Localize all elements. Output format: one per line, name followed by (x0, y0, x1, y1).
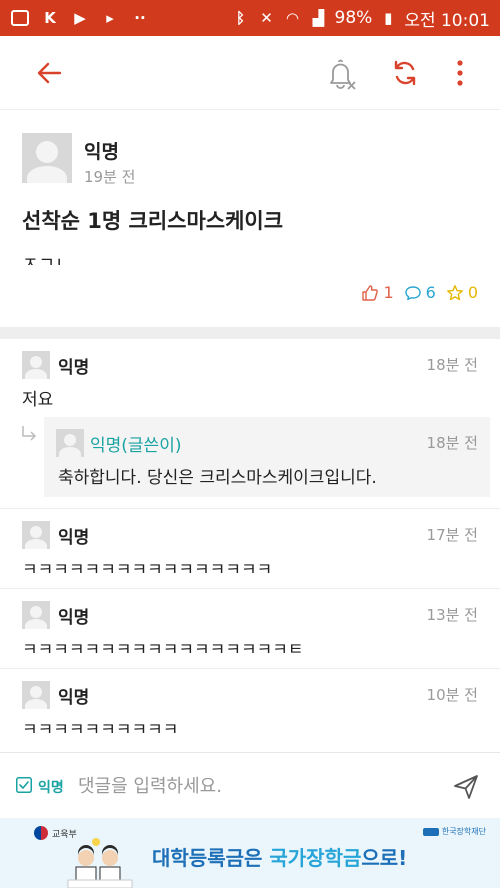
anonymous-checkbox[interactable] (16, 777, 32, 793)
comment-time: 17분 전 (426, 526, 478, 544)
google-icon (10, 8, 30, 28)
graduation-cap-icon (422, 827, 439, 836)
scrap-count[interactable]: 0 (446, 283, 478, 302)
comment-author: 익명 (58, 688, 90, 708)
comment-input[interactable] (78, 769, 438, 803)
comment-item[interactable]: 익명 10분 전 ㅋㅋㅋㅋㅋㅋㅋㅋㅋㅋ (0, 669, 500, 752)
like-count[interactable]: 1 (361, 283, 394, 302)
banner-text-suffix: 으로! (361, 846, 408, 870)
mute-icon: ✕ (260, 9, 273, 27)
comment-count-value: 6 (425, 283, 436, 302)
comment-count[interactable]: 6 (404, 283, 436, 302)
reply-item[interactable]: 익명(글쓴이) 18분 전 축하합니다. 당신은 크리스마스케이크입니다. (44, 417, 490, 497)
banner-text-prefix: 대학등록금은 (152, 846, 270, 870)
comment-author: 익명 (58, 608, 90, 628)
system-status: ᛒ ✕ ◠ ▟ 98% ▮ 오전 10:01 (231, 6, 490, 31)
emblem-icon (34, 826, 48, 840)
avatar (22, 601, 50, 629)
refresh-icon[interactable] (390, 58, 420, 88)
section-divider (0, 327, 500, 339)
kakao-icon: K (44, 9, 56, 27)
battery-icon: ▮ (384, 9, 393, 27)
comment-text: 저요 (22, 390, 54, 410)
anonymous-label[interactable]: 익명 (38, 777, 64, 797)
scrap-count-value: 0 (467, 283, 478, 302)
notification-off-icon[interactable] (326, 58, 356, 90)
avatar (22, 351, 50, 379)
comment-time: 13분 전 (426, 606, 478, 624)
clock: 오전 10:01 (404, 10, 490, 31)
reply-author: 익명(글쓴이) (90, 436, 182, 456)
comment-input-bar: 익명 (0, 752, 500, 818)
more-dots-icon: ·· (134, 9, 146, 27)
comment-text: ㅋㅋㅋㅋㅋㅋㅋㅋㅋㅋㅋㅋㅋㅋㅋㅋㅋㅌ (22, 640, 304, 660)
comment-time: 10분 전 (426, 686, 478, 704)
ad-banner[interactable]: 교육부 대학등록금은 국가장학금으로! 한국장학재단 (0, 818, 500, 888)
post-time: 19분 전 (84, 168, 136, 186)
reply-text: 축하합니다. 당신은 크리스마스케이크입니다. (58, 468, 377, 488)
banner-text-highlight: 국가장학금 (269, 846, 362, 870)
comment-text: ㅋㅋㅋㅋㅋㅋㅋㅋㅋㅋ (22, 720, 179, 740)
banner-headline: 대학등록금은 국가장학금으로! (152, 842, 407, 871)
post-author: 익명 (84, 141, 119, 163)
avatar (22, 133, 72, 183)
avatar (22, 521, 50, 549)
send-icon[interactable] (452, 773, 480, 801)
more-vert-icon[interactable] (450, 56, 470, 90)
back-arrow-icon[interactable] (34, 58, 64, 88)
sponsor-name: 한국장학재단 (441, 827, 486, 836)
notification-icons: K ▶ ▸ ·· (10, 8, 231, 28)
app-bar (0, 36, 500, 110)
like-count-value: 1 (383, 283, 394, 302)
post-title: 선착순 1명 크리스마스케이크 (22, 209, 284, 233)
sponsor-logo: 한국장학재단 (422, 826, 486, 837)
comment-author: 익명 (58, 358, 90, 378)
comment-item[interactable]: 익명 17분 전 ㅋㅋㅋㅋㅋㅋㅋㅋㅋㅋㅋㅋㅋㅋㅋㅋ (0, 509, 500, 589)
thumbs-up-icon (362, 284, 379, 301)
post-body: ㅈㄱㄴ (22, 254, 72, 265)
battery-percent: 98% (334, 8, 373, 28)
bluetooth-icon: ᛒ (236, 9, 246, 27)
comment-item[interactable]: 익명 13분 전 ㅋㅋㅋㅋㅋㅋㅋㅋㅋㅋㅋㅋㅋㅋㅋㅋㅋㅌ (0, 589, 500, 669)
youtube-icon: ▶ (74, 9, 86, 27)
students-illustration (67, 838, 133, 888)
comment-bubble-icon (404, 285, 421, 300)
star-icon (446, 284, 463, 300)
signal-icon: ▟ (312, 9, 325, 27)
status-bar: K ▶ ▸ ·· ᛒ ✕ ◠ ▟ 98% ▮ 오전 10:01 (0, 0, 500, 36)
avatar (56, 429, 84, 457)
comment-author: 익명 (58, 528, 90, 548)
comment-time: 18분 전 (426, 356, 478, 374)
post-stats: 1 6 0 (361, 283, 478, 302)
media-icon: ▸ (106, 9, 114, 27)
reply-arrow-icon (22, 426, 36, 441)
avatar (22, 681, 50, 709)
reply-time: 18분 전 (426, 434, 478, 452)
comment-text: ㅋㅋㅋㅋㅋㅋㅋㅋㅋㅋㅋㅋㅋㅋㅋㅋ (22, 560, 273, 580)
wifi-icon: ◠ (286, 9, 299, 27)
post-card: 익명 19분 전 선착순 1명 크리스마스케이크 ㅈㄱㄴ 1 6 0 (0, 111, 500, 327)
